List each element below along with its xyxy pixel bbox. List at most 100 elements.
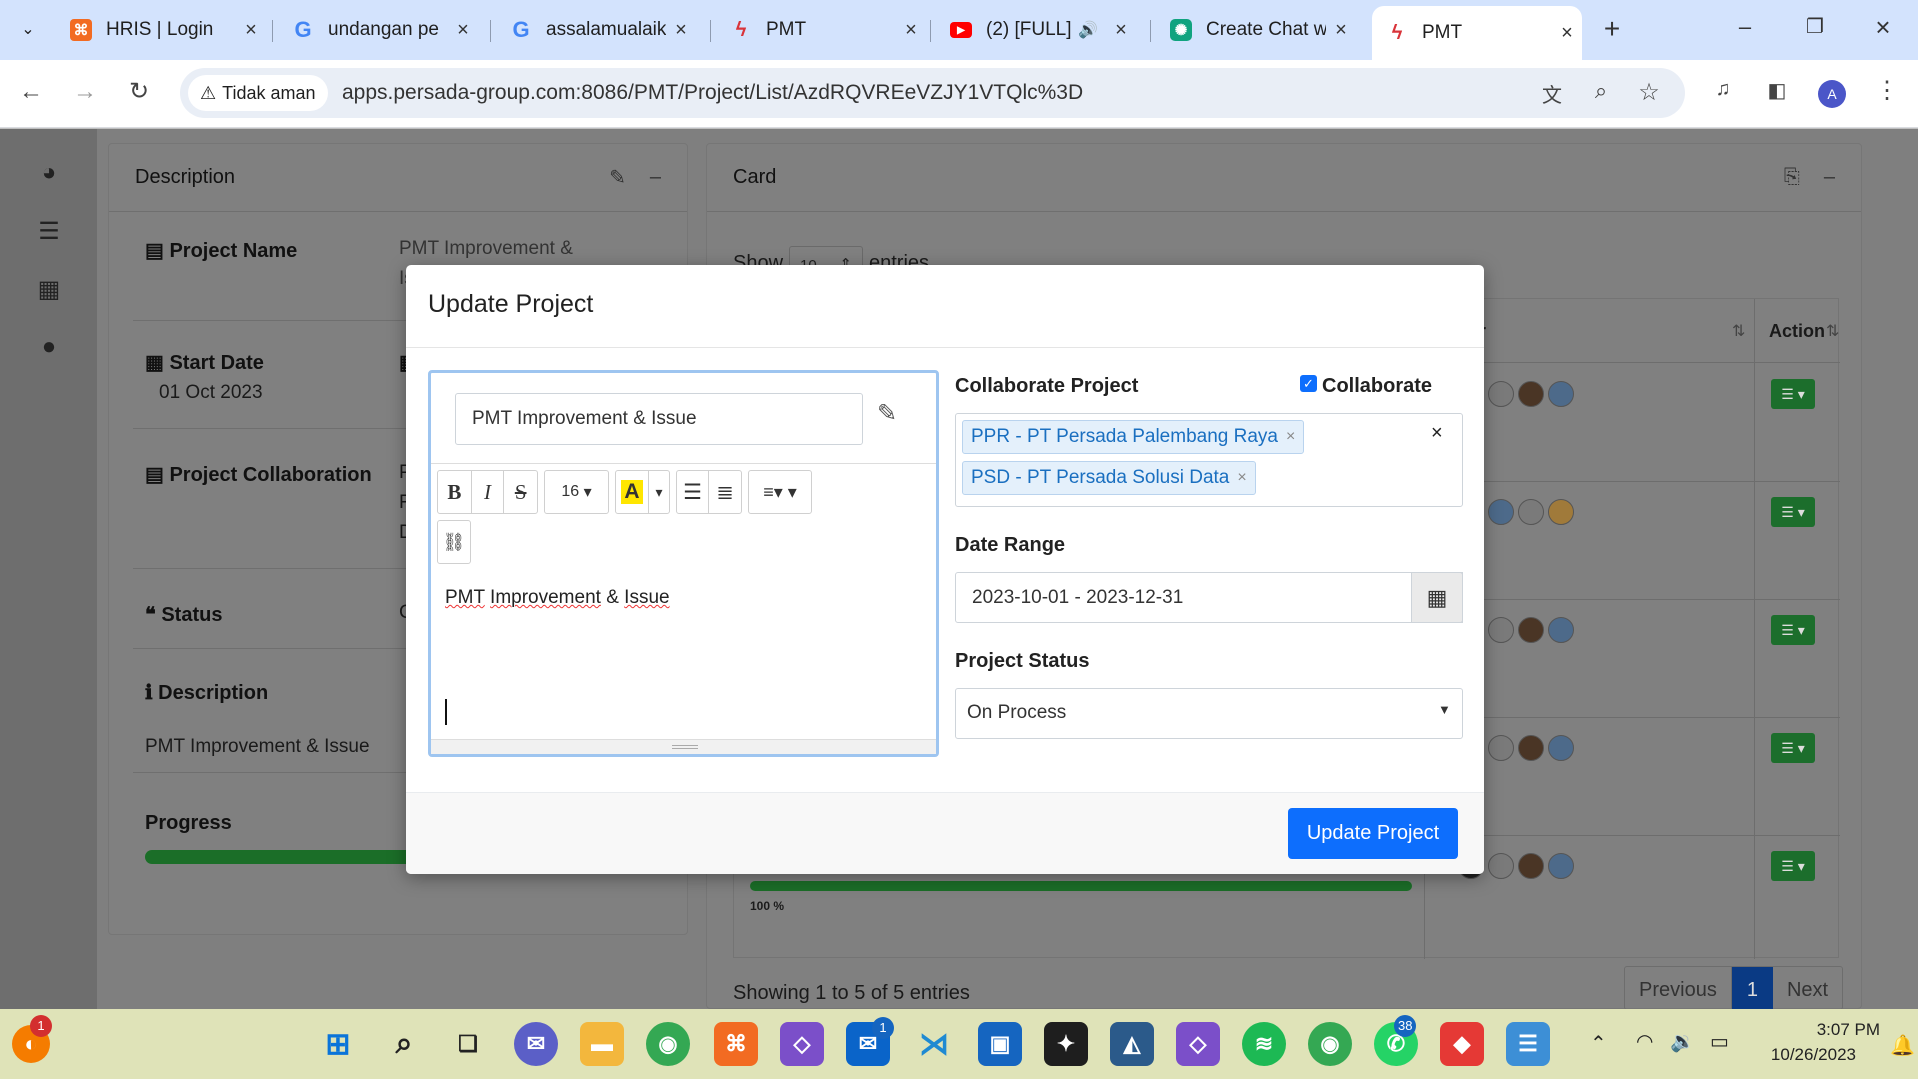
editor-content[interactable]: PMT Improvement & Issue [445, 587, 670, 609]
anydesk-icon[interactable]: ◆ [1440, 1022, 1484, 1066]
close-icon[interactable]: × [236, 19, 266, 42]
tab-chatgpt[interactable]: ✺ Create Chat w × [1156, 8, 1356, 52]
clock-time[interactable]: 3:07 PM [1784, 1020, 1880, 1040]
omnibox[interactable]: ⚠ Tidak aman apps.persada-group.com:8086… [180, 68, 1685, 118]
wifi-icon[interactable]: ◠ [1636, 1029, 1653, 1054]
url-text[interactable]: apps.persada-group.com:8086/PMT/Project/… [342, 81, 1083, 105]
italic-button[interactable]: I [472, 471, 505, 513]
project-name-input[interactable]: PMT Improvement & Issue [455, 393, 863, 445]
clock-date[interactable]: 10/26/2023 [1760, 1045, 1856, 1065]
figma-icon[interactable]: ✦ [1044, 1022, 1088, 1066]
collapse-icon[interactable]: – [1824, 166, 1835, 189]
row-action-button[interactable]: ☰ ▾ [1771, 497, 1815, 527]
spotify-icon[interactable]: ≋ [1242, 1022, 1286, 1066]
sort-icon[interactable]: ⇅ [1732, 321, 1745, 341]
sort-icon[interactable]: ⇅ [1826, 321, 1839, 341]
minimize-button[interactable]: – [1730, 14, 1760, 40]
security-chip[interactable]: ⚠ Tidak aman [188, 75, 328, 111]
remote-desktop-icon[interactable]: ▣ [978, 1022, 1022, 1066]
edit-pencil-icon[interactable]: ✎ [877, 399, 897, 428]
remove-tag-icon[interactable]: × [1286, 428, 1295, 446]
collaborate-checkbox[interactable]: ✓ [1300, 375, 1317, 392]
date-range-input[interactable]: 2023-10-01 - 2023-12-31 ▦ [955, 572, 1463, 623]
notepad-icon[interactable]: ☰ [1506, 1022, 1550, 1066]
start-icon[interactable]: ⊞ [316, 1022, 360, 1066]
visual-studio-icon[interactable]: ◇ [780, 1022, 824, 1066]
search-icon[interactable]: ⌕ [382, 1022, 426, 1066]
font-size-dropdown[interactable]: 16 ▾ [545, 471, 608, 513]
close-icon[interactable]: × [1326, 19, 1356, 42]
clear-all-icon[interactable]: × [1431, 422, 1443, 445]
calendar-button[interactable]: ▦ [1411, 572, 1463, 623]
color-dropdown-button[interactable]: ▾ [649, 471, 669, 513]
row-action-button[interactable]: ☰ ▾ [1771, 733, 1815, 763]
chrome-profile-icon[interactable]: ◉ [1308, 1022, 1352, 1066]
close-window-button[interactable]: × [1868, 12, 1898, 43]
bold-button[interactable]: B [438, 471, 472, 513]
restore-button[interactable]: ❐ [1800, 14, 1830, 39]
new-tab-button[interactable]: + [1594, 12, 1630, 48]
chrome-icon[interactable]: ◉ [646, 1022, 690, 1066]
file-explorer-icon[interactable]: ▬ [580, 1022, 624, 1066]
remove-tag-icon[interactable]: × [1237, 469, 1246, 487]
battery-icon[interactable]: ▭ [1710, 1029, 1729, 1054]
collaborate-select[interactable]: PPR - PT Persada Palembang Raya × PSD - P… [955, 413, 1463, 507]
row-action-button[interactable]: ☰ ▾ [1771, 379, 1815, 409]
notification-bell-icon[interactable]: 🔔 [1890, 1033, 1915, 1058]
project-status-select[interactable]: On Process ▼ [955, 688, 1463, 739]
close-icon[interactable]: × [1552, 22, 1582, 45]
task-view-icon[interactable]: ❏ [446, 1022, 490, 1066]
speaker-icon[interactable]: 🔊 [1078, 20, 1098, 40]
close-icon[interactable]: × [1106, 19, 1136, 42]
align-dropdown-button[interactable]: ≡▾ ▾ [749, 471, 811, 513]
visual-studio-2-icon[interactable]: ◇ [1176, 1022, 1220, 1066]
xampp-icon[interactable]: ⌘ [714, 1022, 758, 1066]
reload-icon[interactable]: ↻ [124, 77, 154, 106]
back-icon[interactable]: ← [16, 78, 46, 106]
sql-server-icon[interactable]: ◭ [1110, 1022, 1154, 1066]
tab-undangan[interactable]: G undangan pe × [278, 8, 478, 52]
tab-search-button[interactable]: ⌄ [10, 12, 46, 48]
bookmark-star-icon[interactable]: ☆ [1634, 78, 1664, 107]
collaborate-checkbox-label[interactable]: Collaborate [1322, 375, 1432, 398]
profile-avatar[interactable]: A [1818, 80, 1846, 108]
tab-pmt-active[interactable]: ϟ PMT × [1372, 6, 1582, 60]
row-action-button[interactable]: ☰ ▾ [1771, 851, 1815, 881]
calendar-icon[interactable]: ▦ [34, 275, 64, 305]
collapse-icon[interactable]: – [650, 166, 661, 189]
forward-icon[interactable]: → [70, 78, 100, 106]
tab-pmt[interactable]: ϟ PMT × [716, 8, 926, 52]
row-action-button[interactable]: ☰ ▾ [1771, 615, 1815, 645]
side-panel-icon[interactable]: ◧ [1762, 78, 1792, 103]
action-column-header[interactable]: Action [1769, 321, 1825, 342]
close-icon[interactable]: × [448, 19, 478, 42]
chevron-up-icon[interactable]: ⌃ [1590, 1031, 1607, 1056]
translate-icon[interactable]: 文 [1537, 79, 1567, 108]
link-button[interactable]: ⛓ [438, 521, 470, 563]
close-icon[interactable]: × [896, 19, 926, 42]
user-icon[interactable]: ● [34, 333, 64, 363]
vscode-icon[interactable]: ⋊ [912, 1022, 956, 1066]
page-1-button[interactable]: 1 [1731, 967, 1773, 1009]
volume-icon[interactable]: 🔉 [1670, 1029, 1695, 1054]
close-icon[interactable]: × [666, 19, 696, 42]
update-project-button[interactable]: Update Project [1288, 808, 1458, 859]
next-button[interactable]: Next [1773, 967, 1842, 1009]
highlight-color-button[interactable]: A [616, 471, 649, 513]
bullet-list-button[interactable]: ☰ [677, 471, 710, 513]
tab-youtube[interactable]: ▶ (2) [FULL] 🔊 × [936, 8, 1136, 52]
media-control-icon[interactable]: ♫ [1708, 78, 1738, 101]
editor-resize-handle[interactable] [431, 739, 936, 754]
teams-chat-icon[interactable]: ✉ [514, 1022, 558, 1066]
menu-kebab-icon[interactable]: ⋮ [1872, 76, 1902, 105]
tab-assalamualaik[interactable]: G assalamualaik × [496, 8, 696, 52]
export-icon[interactable]: ⎘ [1784, 166, 1800, 189]
task-list-icon[interactable]: ☰ [34, 217, 64, 247]
zoom-icon[interactable]: ⌕ [1586, 78, 1616, 104]
edit-pencil-icon[interactable]: ✎ [609, 165, 626, 190]
dashboard-icon[interactable]: ◕ [34, 159, 64, 189]
numbered-list-button[interactable]: ≣ [709, 471, 741, 513]
tab-hris[interactable]: ⌘ HRIS | Login × [56, 8, 266, 52]
strikethrough-button[interactable]: S [504, 471, 537, 513]
previous-button[interactable]: Previous [1625, 967, 1732, 1009]
